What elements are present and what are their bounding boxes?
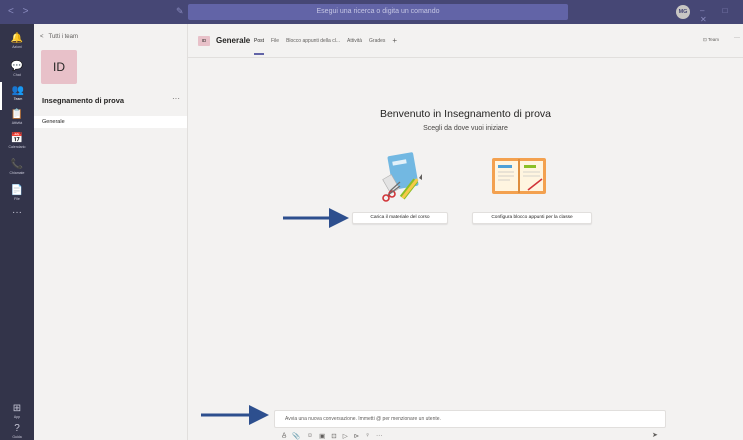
arrow-right-icon [201, 405, 269, 425]
rail-item-help[interactable]: ? Guida [0, 420, 34, 440]
more-options-icon[interactable]: ··· [376, 432, 383, 440]
team-avatar: ID [41, 50, 77, 84]
files-icon: 📄 [10, 185, 24, 196]
welcome-subtitle: Scegli da dove vuoi iniziare [423, 125, 508, 132]
format-icon[interactable]: A̲ [282, 432, 286, 440]
praise-icon[interactable]: ♀ [365, 432, 370, 440]
phone-icon: 📞 [10, 159, 24, 170]
stream-icon[interactable]: ⊳ [354, 432, 359, 440]
meet-now-icon[interactable]: ▷ [343, 432, 348, 440]
arrow-right-icon [283, 208, 349, 228]
attach-icon[interactable]: 📎 [292, 432, 300, 440]
back-forward-nav[interactable]: < > [8, 6, 31, 17]
tab-class-notebook[interactable]: Blocco appunti della cl... [286, 37, 340, 45]
more-icon: ··· [12, 207, 22, 218]
app-rail: 🔔 Azioni 💬 Chat 👥 Team 📋 Attività 📅 Cale… [0, 24, 34, 440]
help-icon: ? [14, 423, 20, 434]
emoji-icon[interactable]: ☺ [306, 432, 313, 440]
calendar-icon: 📅 [10, 133, 24, 144]
chat-icon: 💬 [10, 61, 24, 72]
channel-title: Generale [216, 36, 251, 45]
team-more-options-icon[interactable]: ··· [172, 94, 180, 103]
teams-panel: < Tutti i team ID Insegnamento di prova ·… [34, 24, 188, 440]
apps-icon: ⊞ [12, 403, 22, 414]
welcome-title: Benvenuto in Insegnamento di prova [379, 108, 552, 120]
team-name: Insegnamento di prova [42, 96, 125, 105]
channel-header: ID Generale Post File Blocco appunti del… [188, 24, 743, 58]
team-button[interactable]: ⊡ Team [703, 37, 719, 43]
chevron-left-icon: < [40, 34, 44, 40]
new-chat-icon[interactable]: ✎ [176, 6, 184, 17]
rail-item-calendar[interactable]: 📅 Calendario [0, 130, 34, 158]
setup-class-notebook-button[interactable]: Configura blocco appunti per la classe [472, 212, 592, 224]
channel-item-generale[interactable]: Generale [34, 116, 187, 128]
class-notebook-illustration [492, 158, 546, 194]
compose-message-input[interactable]: Avvia una nuova conversazione. Immetti @… [274, 410, 666, 428]
compose-toolbar: A̲ 📎 ☺ ▣ ⊡ ▷ ⊳ ♀ ··· [282, 432, 383, 440]
back-to-all-teams[interactable]: < Tutti i team [40, 34, 83, 40]
sticker-icon[interactable]: ⊡ [331, 432, 336, 440]
user-avatar[interactable]: MG [676, 5, 690, 19]
course-materials-illustration [382, 152, 422, 202]
bell-icon: 🔔 [10, 33, 24, 44]
channel-tabs: Post File Blocco appunti della cl... Att… [254, 37, 397, 55]
assignments-icon: 📋 [10, 109, 24, 120]
search-input[interactable]: Esegui una ricerca o digita un comando [188, 4, 568, 20]
channel-main: ID Generale Post File Blocco appunti del… [188, 24, 743, 440]
rail-item-calls[interactable]: 📞 Chiamate [0, 156, 34, 184]
rail-item-activity[interactable]: 🔔 Azioni [0, 30, 34, 58]
tab-post[interactable]: Post [254, 37, 265, 55]
channel-team-badge: ID [198, 36, 210, 46]
tab-grades[interactable]: Grades [369, 37, 385, 45]
title-bar: < > ✎ Esegui una ricerca o digita un com… [0, 0, 743, 24]
tab-file[interactable]: File [271, 37, 279, 45]
tab-assignments[interactable]: Attività [347, 37, 362, 45]
add-tab-icon[interactable]: + [392, 37, 397, 45]
rail-more-button[interactable]: ··· [0, 204, 34, 232]
window-controls[interactable]: – □ ✕ [700, 6, 743, 24]
send-icon[interactable]: ➤ [652, 431, 658, 439]
teams-icon: 👥 [11, 85, 25, 96]
upload-course-materials-button[interactable]: Carica il materiale del corso [352, 212, 448, 224]
channel-more-icon[interactable]: ··· [734, 35, 740, 41]
gif-icon[interactable]: ▣ [319, 432, 325, 440]
